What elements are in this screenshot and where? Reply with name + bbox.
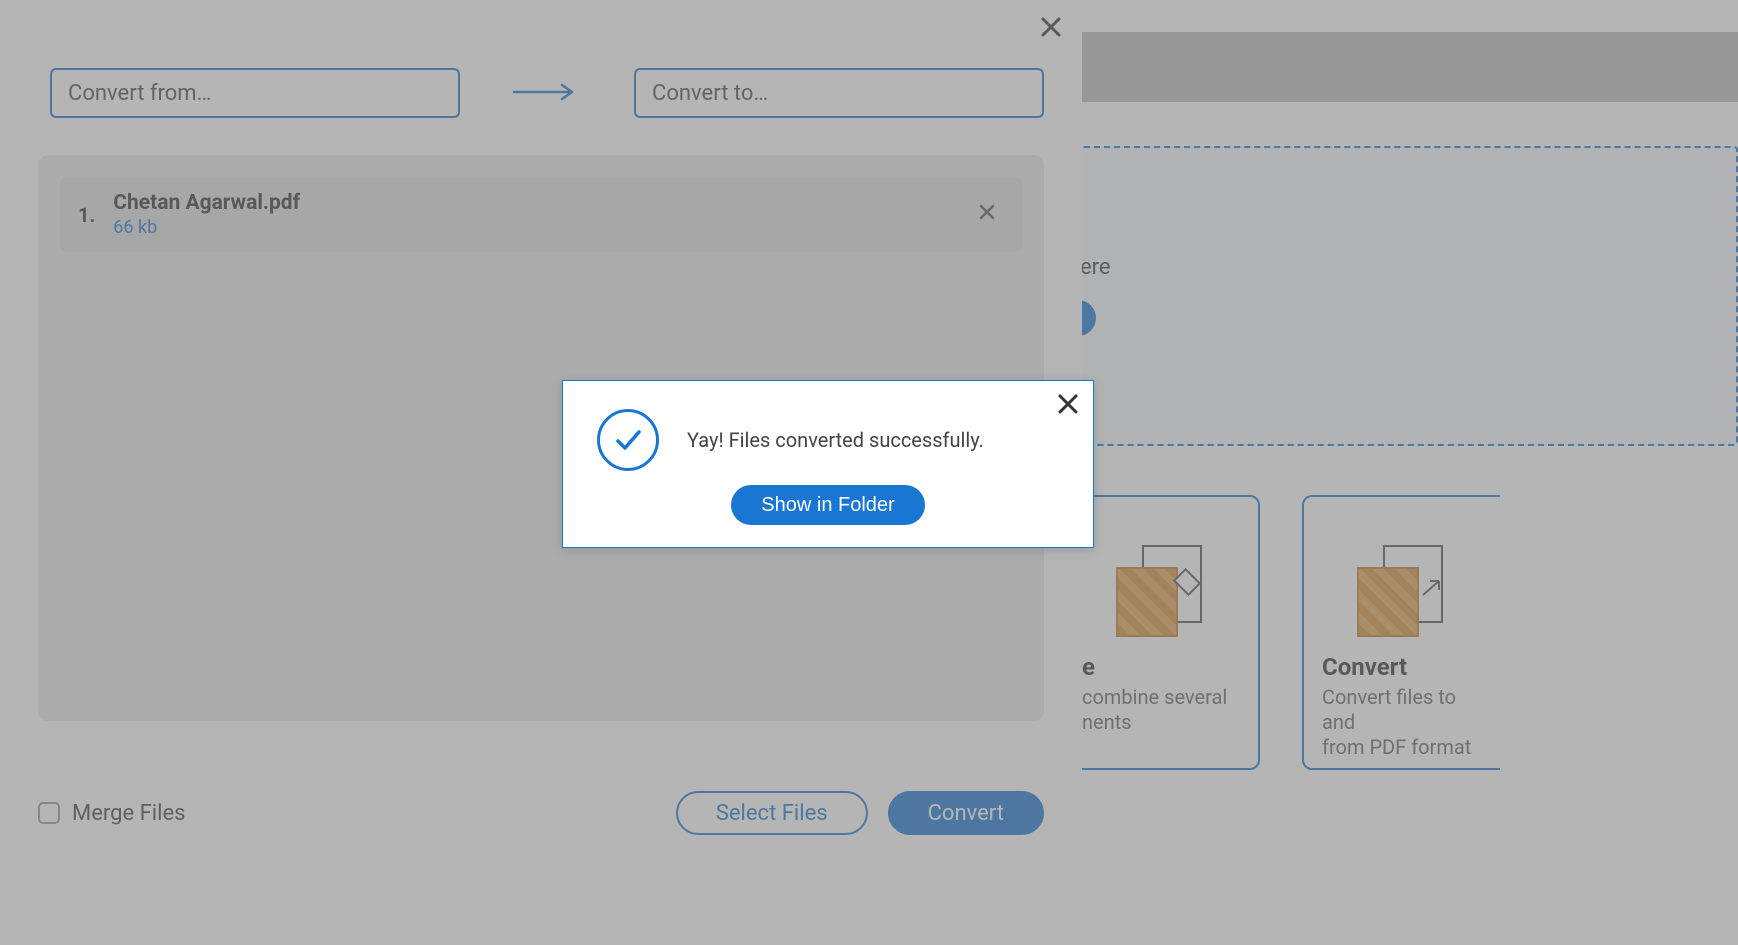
success-message: Yay! Files converted successfully. xyxy=(687,428,984,452)
success-close-button[interactable] xyxy=(1053,389,1083,419)
close-icon xyxy=(1057,393,1079,415)
success-check-icon xyxy=(597,409,659,471)
show-in-folder-label: Show in Folder xyxy=(761,494,894,517)
success-popup: Yay! Files converted successfully. Show … xyxy=(562,380,1094,548)
show-in-folder-button[interactable]: Show in Folder xyxy=(731,485,924,525)
